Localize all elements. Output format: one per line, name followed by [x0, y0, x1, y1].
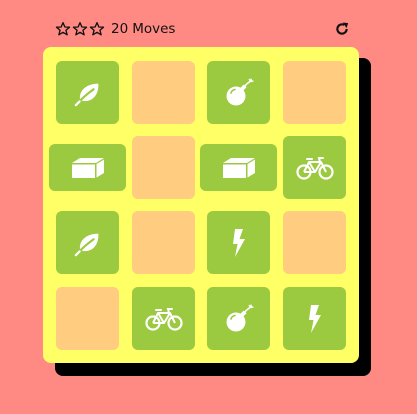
card-closed[interactable]	[132, 136, 195, 199]
bolt-icon	[305, 304, 325, 334]
card-closed[interactable]	[283, 61, 346, 124]
moves-count: 20	[111, 21, 129, 37]
bomb-icon	[223, 303, 255, 335]
star-outline-icon	[89, 22, 105, 36]
card-cube[interactable]	[200, 144, 277, 191]
card-bolt[interactable]	[283, 287, 346, 350]
star-outline-icon	[72, 22, 88, 36]
bomb-icon	[223, 77, 255, 109]
star-rating	[55, 21, 105, 37]
card-bicycle[interactable]	[132, 287, 195, 350]
cube-icon	[71, 157, 105, 179]
card-leaf[interactable]	[56, 61, 119, 124]
bicycle-icon	[295, 155, 334, 181]
card-cube[interactable]	[49, 144, 126, 191]
cube-icon	[222, 157, 256, 179]
leaf-icon	[73, 228, 103, 258]
card-bomb[interactable]	[207, 287, 270, 350]
star-outline-icon	[55, 22, 71, 36]
move-counter: 20 Moves	[111, 21, 175, 37]
card-closed[interactable]	[132, 211, 195, 274]
card-bicycle[interactable]	[283, 136, 346, 199]
card-deck	[43, 47, 359, 363]
bolt-icon	[229, 228, 249, 258]
card-bolt[interactable]	[207, 211, 270, 274]
moves-label: Moves	[132, 21, 176, 37]
card-bomb[interactable]	[207, 61, 270, 124]
bicycle-icon	[144, 306, 183, 332]
card-closed[interactable]	[283, 211, 346, 274]
score-panel: 20 Moves	[55, 18, 350, 40]
card-closed[interactable]	[56, 287, 119, 350]
leaf-icon	[73, 78, 103, 108]
card-leaf[interactable]	[56, 211, 119, 274]
redo-icon[interactable]	[334, 21, 350, 37]
card-closed[interactable]	[132, 61, 195, 124]
